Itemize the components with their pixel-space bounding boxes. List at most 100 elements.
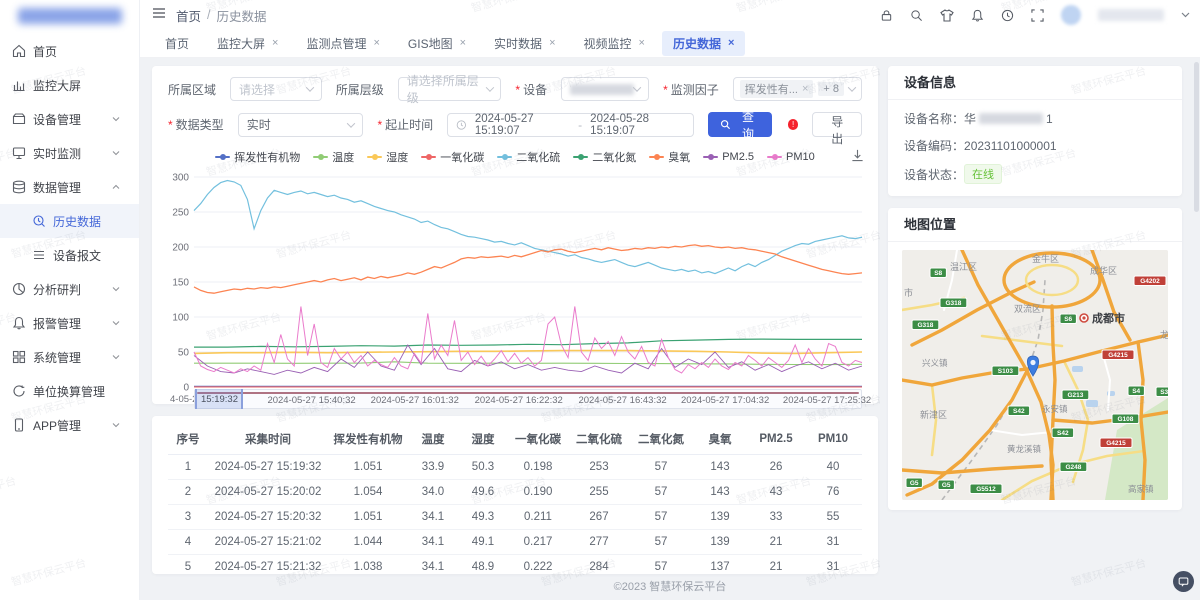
query-button[interactable]: 查询	[708, 112, 771, 137]
factor-tag: 挥发性有...×	[740, 80, 814, 98]
tab-close-icon[interactable]: ×	[639, 38, 645, 49]
legend-item-挥发性有机物[interactable]: 挥发性有机物	[215, 149, 300, 165]
sidebar-item-1[interactable]: 首页	[0, 34, 139, 68]
device-status-label: 设备状态：	[904, 166, 964, 183]
table-cell: 34.1	[408, 505, 458, 530]
sidebar-subitem-设备报文[interactable]: 设备报文	[0, 238, 139, 272]
sidebar-subitem-历史数据[interactable]: 历史数据	[0, 204, 139, 238]
datazoom-selection[interactable]: 15:19:32	[195, 389, 243, 409]
x-axis-tick: 2024-05-27 17:04:32	[681, 395, 769, 406]
legend-item-二氧化氮[interactable]: 二氧化氮	[573, 149, 636, 165]
timerange-picker[interactable]: 2024-05-27 15:19:07 - 2024-05-28 15:19:0…	[447, 113, 694, 137]
user-avatar[interactable]	[1061, 5, 1081, 25]
notification-bell-icon[interactable]	[971, 9, 984, 22]
tab-历史数据[interactable]: 历史数据×	[662, 31, 745, 56]
legend-item-PM2.5[interactable]: PM2.5	[703, 151, 754, 163]
legend-item-一氧化碳[interactable]: 一氧化碳	[421, 149, 484, 165]
map-canvas[interactable]: 温江区金牛区成华区双流区市龙兴义镇新津区永安镇黄龙溪镇高家镇成都市S8G4202…	[902, 250, 1168, 500]
export-button[interactable]: 导出	[812, 112, 862, 137]
map-label-成华区: 成华区	[1090, 265, 1117, 276]
svg-text:G318: G318	[917, 322, 933, 329]
breadcrumb-home[interactable]: 首页	[176, 6, 201, 25]
tab-close-icon[interactable]: ×	[728, 38, 734, 49]
sidebar-item-label: 数据管理	[33, 179, 81, 196]
table-cell: 57	[630, 505, 692, 530]
database-icon	[12, 180, 26, 194]
factor-label: 监测因子	[663, 81, 719, 98]
tab-监测点管理[interactable]: 监测点管理×	[295, 31, 390, 56]
datazoom-slider[interactable]: 15:19:32 2024-05-27 15:40:322024-05-27 1…	[194, 389, 862, 409]
sidebar-item-9[interactable]: 单位换算管理	[0, 374, 139, 408]
table-cell: 137	[692, 555, 748, 575]
page-scrollbar[interactable]	[1194, 62, 1199, 212]
chevron-down-icon	[112, 150, 127, 156]
map-label-双流区: 双流区	[1014, 303, 1041, 314]
tab-close-icon[interactable]: ×	[549, 38, 555, 49]
clock-icon[interactable]	[1001, 9, 1014, 22]
tab-label: 视频监控	[584, 35, 632, 52]
lock-icon[interactable]	[880, 9, 893, 22]
level-select[interactable]: 请选择所属层级	[398, 77, 502, 101]
chat-fab-button[interactable]	[1173, 571, 1194, 592]
table-cell: 1	[168, 455, 208, 480]
table-row: 22024-05-27 15:20:021.05434.049.60.19025…	[168, 480, 862, 505]
search-icon[interactable]	[910, 9, 923, 22]
time-start[interactable]: 2024-05-27 15:19:07	[475, 113, 570, 137]
fullscreen-icon[interactable]	[1031, 9, 1044, 22]
tab-实时数据[interactable]: 实时数据×	[483, 31, 566, 56]
device-select[interactable]	[561, 77, 649, 101]
chevron-down-icon[interactable]	[1181, 12, 1190, 18]
factor-multiselect[interactable]: 挥发性有...× + 8	[733, 77, 862, 101]
map-label-city: 成都市	[1092, 311, 1125, 325]
map-water	[1072, 366, 1083, 372]
table-cell: 277	[568, 530, 630, 555]
legend-item-臭氧[interactable]: 臭氧	[649, 149, 690, 165]
column-header-PM10: PM10	[804, 424, 862, 455]
legend-marker	[313, 156, 328, 158]
tab-close-icon[interactable]: ×	[272, 38, 278, 49]
sidebar-item-5[interactable]: 数据管理	[0, 170, 139, 204]
theme-shirt-icon[interactable]	[940, 9, 954, 22]
time-end[interactable]: 2024-05-28 15:19:07	[590, 113, 685, 137]
column-header-PM2.5: PM2.5	[748, 424, 804, 455]
table-cell: 1.044	[328, 530, 408, 555]
tab-close-icon[interactable]: ×	[373, 38, 379, 49]
legend-item-湿度[interactable]: 湿度	[367, 149, 408, 165]
table-cell: 57	[630, 480, 692, 505]
table-cell: 0.190	[508, 480, 568, 505]
tab-监控大屏[interactable]: 监控大屏×	[206, 31, 289, 56]
sidebar-item-3[interactable]: 设备管理	[0, 102, 139, 136]
sidebar-item-2[interactable]: 监控大屏	[0, 68, 139, 102]
table-cell: 31	[804, 555, 862, 575]
table-cell: 0.198	[508, 455, 568, 480]
tab-close-icon[interactable]: ×	[460, 38, 466, 49]
level-placeholder: 请选择所属层级	[407, 72, 487, 106]
sidebar-item-6[interactable]: 分析研判	[0, 272, 139, 306]
sidebar-item-8[interactable]: 系统管理	[0, 340, 139, 374]
table-row: 52024-05-27 15:21:321.03834.148.90.22228…	[168, 555, 862, 575]
datatype-select[interactable]: 实时	[238, 113, 364, 137]
sidebar-item-7[interactable]: 报警管理	[0, 306, 139, 340]
hamburger-icon[interactable]	[152, 6, 166, 24]
tab-首页[interactable]: 首页	[154, 31, 200, 56]
map-label-兴义镇: 兴义镇	[922, 358, 948, 368]
sidebar-item-10[interactable]: APP管理	[0, 408, 139, 442]
legend-item-PM10[interactable]: PM10	[767, 151, 815, 163]
download-chart-icon[interactable]	[851, 149, 864, 167]
svg-text:S8: S8	[934, 270, 942, 277]
history-icon	[32, 214, 46, 228]
region-select[interactable]: 请选择	[230, 77, 322, 101]
search-icon	[720, 119, 731, 130]
sidebar-item-4[interactable]: 实时监测	[0, 136, 139, 170]
history-line-chart[interactable]: 300250200150100500 4-05-2 15:19:32 2024-…	[152, 169, 878, 419]
table-cell: 0.211	[508, 505, 568, 530]
legend-item-温度[interactable]: 温度	[313, 149, 354, 165]
table-cell: 2	[168, 480, 208, 505]
legend-item-二氧化硫[interactable]: 二氧化硫	[497, 149, 560, 165]
legend-marker	[703, 156, 718, 158]
tab-视频监控[interactable]: 视频监控 ×	[573, 31, 656, 56]
tag-close-icon[interactable]: ×	[802, 83, 808, 95]
device-status-badge: 在线	[964, 164, 1002, 184]
table-cell: 49.1	[458, 530, 508, 555]
tab-GIS地图[interactable]: GIS地图×	[397, 31, 477, 56]
